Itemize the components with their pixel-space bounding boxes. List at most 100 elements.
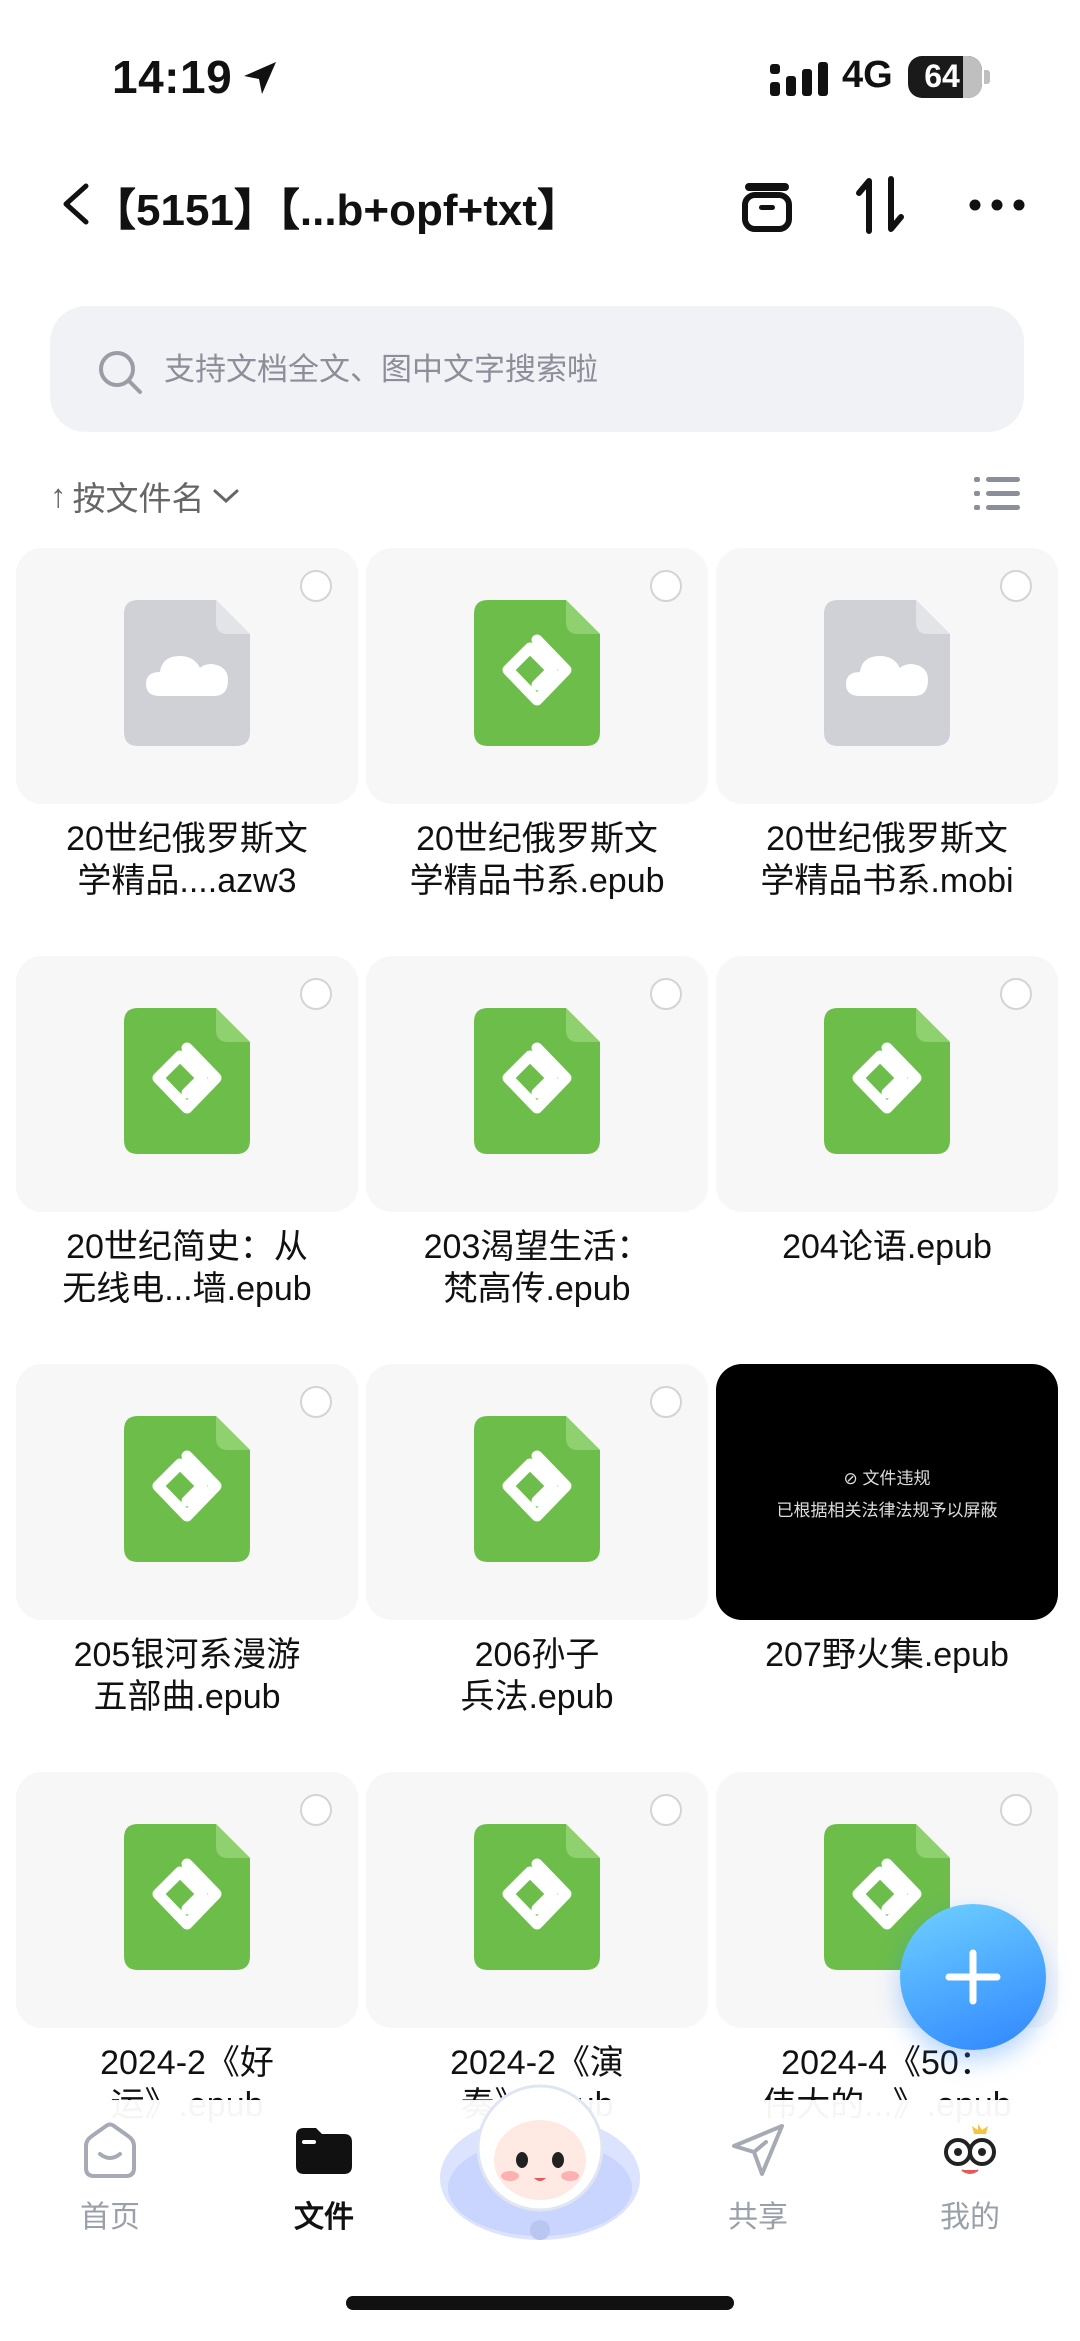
sort-direction-arrow: ↑ <box>50 477 67 514</box>
file-name-line2: 学精品....azw3 <box>77 862 297 900</box>
file-thumbnail <box>16 548 358 804</box>
tab-profile-label: 我的 <box>940 2201 1000 2234</box>
file-name: 20世纪简史：从 无线电...墙.epub <box>16 1226 358 1310</box>
tab-share-label: 共享 <box>728 2201 788 2234</box>
file-name-line2: 兵法.epub <box>460 1678 614 1716</box>
file-name: 206孙子兵法.epub <box>366 1634 708 1718</box>
mascot-button[interactable] <box>440 2068 640 2248</box>
file-name-line1: 20世纪俄罗斯文 <box>416 820 658 858</box>
file-name-line2: 学精品书系.mobi <box>760 862 1014 900</box>
tab-profile[interactable]: 我的 <box>900 2118 1040 2236</box>
file-name-line1: 205银河系漫游 <box>73 1636 301 1674</box>
sort-arrows-icon <box>856 176 904 234</box>
file-name: 20世纪俄罗斯文 学精品书系.mobi <box>716 818 1058 902</box>
file-thumbnail <box>716 548 1058 804</box>
epub-file-icon <box>124 1824 250 1970</box>
blocked-title: ⊘ 文件违规 <box>843 1469 931 1488</box>
file-name: 20世纪俄罗斯文 学精品书系.epub <box>366 818 708 902</box>
page-title: 【5151】【...b+opf+txt】 <box>92 186 582 235</box>
sort-label: 按文件名 <box>72 480 205 517</box>
cloud-file-icon <box>824 600 950 746</box>
blocked-description: 已根据相关法律法规予以屏蔽 <box>776 1501 998 1520</box>
file-name: 203渴望生活： 梵高传.epub <box>366 1226 708 1310</box>
file-thumbnail <box>366 1772 708 2028</box>
battery-cap <box>984 70 990 84</box>
select-checkbox[interactable] <box>650 1794 682 1826</box>
chevron-down-icon <box>213 489 238 504</box>
signal-icon <box>770 62 828 96</box>
home-indicator <box>346 2296 734 2310</box>
file-name-line2: 梵高传.epub <box>443 1270 631 1308</box>
select-checkbox[interactable] <box>650 1386 682 1418</box>
select-checkbox[interactable] <box>650 978 682 1010</box>
archive-button[interactable] <box>732 170 802 240</box>
file-thumbnail <box>366 548 708 804</box>
file-name-line2: 五部曲.epub <box>93 1678 281 1716</box>
file-name-line2: 学精品书系.epub <box>409 862 665 900</box>
file-thumbnail <box>16 1364 358 1620</box>
file-name: 204论语.epub <box>716 1226 1058 1268</box>
select-checkbox[interactable] <box>300 1794 332 1826</box>
file-name-line1: 203渴望生活： <box>423 1228 651 1266</box>
search-bar[interactable] <box>50 306 1024 434</box>
select-checkbox[interactable] <box>1000 570 1032 602</box>
folder-icon <box>296 2128 352 2174</box>
blocked-thumbnail: ⊘ 文件违规已根据相关法律法规予以屏蔽 <box>716 1364 1058 1620</box>
battery-level: 64 <box>924 58 960 94</box>
file-name: 205银河系漫游 五部曲.epub <box>16 1634 358 1718</box>
network-type: 4G <box>842 54 893 96</box>
select-checkbox[interactable] <box>650 570 682 602</box>
tab-files-label: 文件 <box>294 2201 354 2234</box>
epub-file-icon <box>474 1824 600 1970</box>
status-time: 14:19 <box>112 51 233 103</box>
select-checkbox[interactable] <box>1000 978 1032 1010</box>
more-dots-icon <box>969 199 1025 211</box>
more-button[interactable] <box>962 170 1032 240</box>
back-icon[interactable] <box>56 180 96 228</box>
location-arrow-icon <box>244 62 276 94</box>
epub-file-icon <box>824 1008 950 1154</box>
archive-icon <box>742 183 792 232</box>
list-view-icon[interactable] <box>974 474 1020 514</box>
profile-icon <box>944 2124 996 2174</box>
tab-home[interactable]: 首页 <box>40 2118 180 2236</box>
select-checkbox[interactable] <box>300 570 332 602</box>
file-thumbnail <box>366 956 708 1212</box>
tab-home-label: 首页 <box>80 2201 140 2234</box>
select-checkbox[interactable] <box>300 1386 332 1418</box>
tab-share[interactable]: 共享 <box>688 2118 828 2236</box>
file-name-line1: 20世纪俄罗斯文 <box>66 820 308 858</box>
select-checkbox[interactable] <box>1000 1794 1032 1826</box>
file-name-line1: 20世纪简史：从 <box>66 1228 308 1266</box>
home-icon <box>84 2122 136 2178</box>
epub-file-icon <box>474 1008 600 1154</box>
file-name-line1: 207野火集.epub <box>765 1636 1009 1674</box>
file-thumbnail <box>366 1364 708 1620</box>
battery-indicator: 64 <box>908 56 982 98</box>
sort-selector[interactable]: ↑ 按文件名 <box>50 472 241 520</box>
search-input[interactable] <box>162 306 986 434</box>
add-button[interactable] <box>900 1904 1046 2050</box>
sort-order-button[interactable] <box>846 170 916 240</box>
epub-file-icon <box>124 1008 250 1154</box>
select-checkbox[interactable] <box>300 978 332 1010</box>
file-name: 207野火集.epub <box>716 1634 1058 1676</box>
epub-file-icon <box>474 600 600 746</box>
epub-file-icon <box>124 1416 250 1562</box>
file-name-line1: 204论语.epub <box>782 1228 992 1266</box>
file-name-line2: 无线电...墙.epub <box>62 1270 312 1308</box>
epub-file-icon <box>474 1416 600 1562</box>
plus-icon <box>945 1949 1001 2005</box>
file-thumbnail <box>16 1772 358 2028</box>
file-name-line1: 2024-2《好 <box>100 2044 274 2082</box>
file-name-line1: 20世纪俄罗斯文 <box>766 820 1008 858</box>
share-icon <box>732 2124 784 2176</box>
file-name: 20世纪俄罗斯文 学精品....azw3 <box>16 818 358 902</box>
cloud-file-icon <box>124 600 250 746</box>
file-thumbnail <box>16 956 358 1212</box>
search-icon <box>99 351 142 394</box>
tab-files[interactable]: 文件 <box>254 2118 394 2236</box>
file-name-line1: 206孙子 <box>474 1636 600 1674</box>
file-thumbnail <box>716 956 1058 1212</box>
file-name-line1: 2024-4《50： <box>781 2044 993 2082</box>
